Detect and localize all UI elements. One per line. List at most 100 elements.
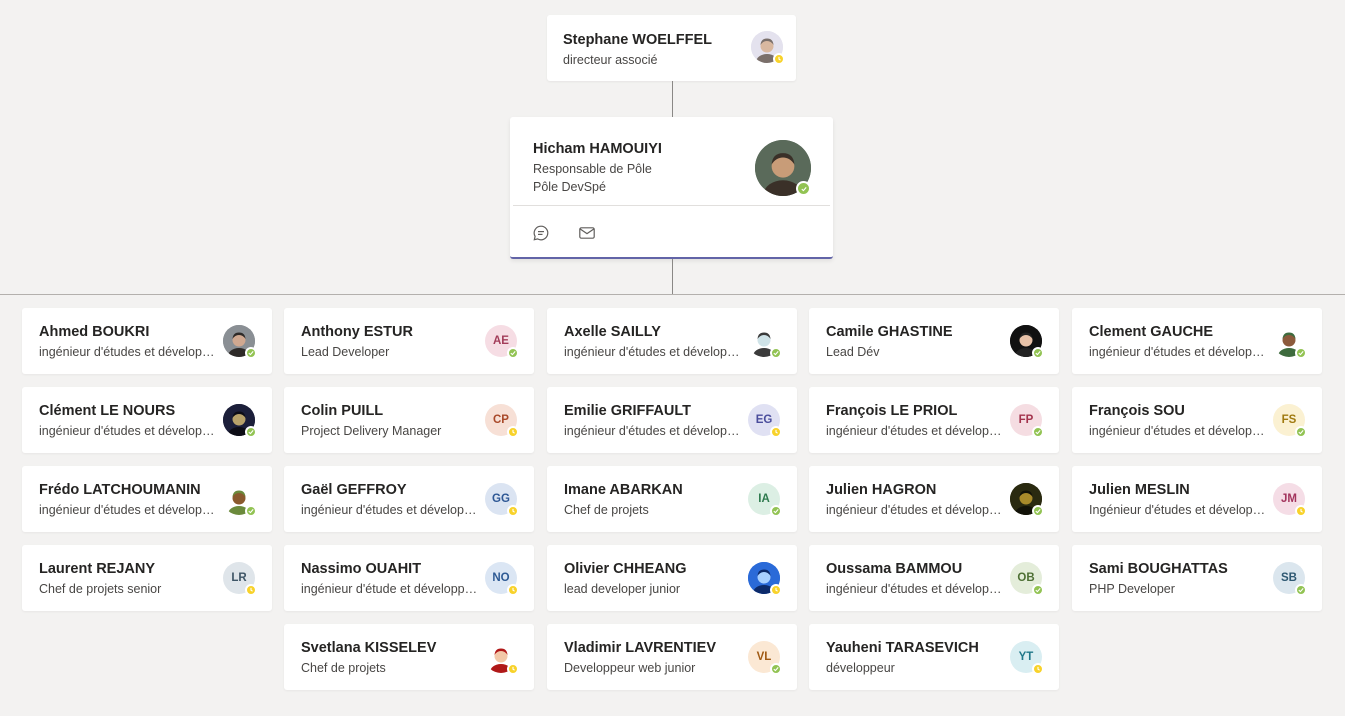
person-card[interactable]: Clément LE NOURS ingénieur d'études et dé… (22, 387, 272, 453)
available-status-icon (245, 505, 257, 517)
away-status-icon (1295, 505, 1307, 517)
person-name: Nassimo OUAHIT (301, 561, 422, 577)
away-status-icon (507, 584, 519, 596)
person-card[interactable]: Frédo LATCHOUMANIN ingénieur d'études et … (22, 466, 272, 532)
person-card[interactable]: Clement GAUCHE ingénieur d'études et déve… (1072, 308, 1322, 374)
avatar[interactable] (755, 140, 811, 196)
avatar[interactable]: EG (748, 404, 782, 438)
person-title: lead developer junior (564, 582, 681, 596)
person-card[interactable]: Axelle SAILLY ingénieur d'études et dével… (547, 308, 797, 374)
avatar[interactable]: GG (485, 483, 519, 517)
avatar[interactable]: LR (223, 562, 257, 596)
person-title: ingénieur d'études et développement (826, 503, 1004, 517)
person-name: Clément LE NOURS (39, 403, 176, 419)
avatar[interactable]: OB (1010, 562, 1044, 596)
avatar[interactable] (1273, 325, 1307, 359)
person-name: Ahmed BOUKRI (39, 324, 150, 340)
mail-icon[interactable] (576, 222, 598, 244)
avatar[interactable]: SB (1273, 562, 1307, 596)
available-status-icon (507, 347, 519, 359)
avatar[interactable] (748, 325, 782, 359)
person-title: Lead Dév (826, 345, 880, 359)
available-status-icon (770, 663, 782, 675)
avatar[interactable] (1010, 483, 1044, 517)
avatar[interactable]: FP (1010, 404, 1044, 438)
person-title: Lead Developer (301, 345, 390, 359)
person-title: ingénieur d'études et développement (564, 424, 742, 438)
avatar[interactable] (748, 562, 782, 596)
avatar[interactable]: FS (1273, 404, 1307, 438)
person-title: Chef de projets (301, 661, 386, 675)
person-title: ingénieur d'études et développement (39, 424, 217, 438)
manager-name: Stephane WOELFFEL (563, 32, 713, 48)
available-status-icon (245, 426, 257, 438)
person-card[interactable]: Sami BOUGHATTAS PHP Developer SB (1072, 545, 1322, 611)
avatar[interactable] (751, 31, 785, 65)
avatar[interactable] (223, 325, 257, 359)
connector-line (0, 294, 1345, 295)
available-status-icon (245, 347, 257, 359)
manager-card[interactable]: Stephane WOELFFEL directeur associé (547, 15, 796, 81)
away-status-icon (773, 53, 785, 65)
person-name: Anthony ESTUR (301, 324, 413, 340)
person-name: Vladimir LAVRENTIEV (564, 640, 717, 656)
available-status-icon (1295, 584, 1307, 596)
person-card[interactable]: Gaël GEFFROY ingénieur d'études et dévelo… (284, 466, 534, 532)
avatar[interactable] (223, 404, 257, 438)
avatar[interactable]: VL (748, 641, 782, 675)
person-title: ingénieur d'études et développement (826, 424, 1004, 438)
person-card[interactable]: Olivier CHHEANG lead developer junior (547, 545, 797, 611)
person-card[interactable]: Laurent REJANY Chef de projets senior LR (22, 545, 272, 611)
focus-title: Responsable de Pôle (533, 162, 652, 176)
away-status-icon (1032, 663, 1044, 675)
avatar[interactable]: IA (748, 483, 782, 517)
avatar[interactable] (1010, 325, 1044, 359)
person-card[interactable]: Anthony ESTUR Lead Developer AE (284, 308, 534, 374)
away-status-icon (507, 505, 519, 517)
away-status-icon (507, 426, 519, 438)
available-status-icon (1032, 584, 1044, 596)
person-title: ingénieur d'études et développement (1089, 345, 1267, 359)
away-status-icon (507, 663, 519, 675)
avatar[interactable] (223, 483, 257, 517)
person-card[interactable]: Vladimir LAVRENTIEV Developpeur web junio… (547, 624, 797, 690)
person-card[interactable]: Imane ABARKAN Chef de projets IA (547, 466, 797, 532)
person-card[interactable]: François SOU ingénieur d'études et dévelo… (1072, 387, 1322, 453)
avatar[interactable]: NO (485, 562, 519, 596)
person-name: Axelle SAILLY (564, 324, 661, 340)
person-title: Ingénieur d'études et développement (1089, 503, 1267, 517)
person-name: Clement GAUCHE (1089, 324, 1214, 340)
person-card[interactable]: Camile GHASTINE Lead Dév (809, 308, 1059, 374)
person-title: ingénieur d'études et développement (39, 503, 217, 517)
connector-line (672, 259, 673, 294)
person-card[interactable]: Ahmed BOUKRI ingénieur d'études et dévelo… (22, 308, 272, 374)
focus-person-card[interactable]: Hicham HAMOUIYI Responsable de Pôle Pôle… (510, 117, 833, 259)
chat-icon[interactable] (530, 222, 552, 244)
avatar[interactable] (485, 641, 519, 675)
person-title: ingénieur d'études et développement (564, 345, 742, 359)
person-name: Julien HAGRON (826, 482, 937, 498)
avatar[interactable]: CP (485, 404, 519, 438)
person-name: Frédo LATCHOUMANIN (39, 482, 201, 498)
available-status-icon (1295, 426, 1307, 438)
away-status-icon (770, 426, 782, 438)
person-card[interactable]: Oussama BAMMOU ingénieur d'études et déve… (809, 545, 1059, 611)
person-card[interactable]: Julien HAGRON ingénieur d'études et dével… (809, 466, 1059, 532)
person-card[interactable]: Colin PUILL Project Delivery Manager CP (284, 387, 534, 453)
person-title: PHP Developer (1089, 582, 1175, 596)
person-title: ingénieur d'études et développement (39, 345, 217, 359)
person-card[interactable]: François LE PRIOL ingénieur d'études et d… (809, 387, 1059, 453)
avatar[interactable]: JM (1273, 483, 1307, 517)
person-name: Sami BOUGHATTAS (1089, 561, 1228, 577)
avatar[interactable]: AE (485, 325, 519, 359)
available-status-icon (1032, 426, 1044, 438)
available-status-icon (1032, 505, 1044, 517)
person-card[interactable]: Yauheni TARASEVICH développeur YT (809, 624, 1059, 690)
person-title: ingénieur d'études et développement (301, 503, 479, 517)
person-card[interactable]: Emilie GRIFFAULT ingénieur d'études et dé… (547, 387, 797, 453)
person-card[interactable]: Nassimo OUAHIT ingénieur d'étude et dével… (284, 545, 534, 611)
avatar[interactable]: YT (1010, 641, 1044, 675)
person-name: Julien MESLIN (1089, 482, 1190, 498)
person-card[interactable]: Julien MESLIN Ingénieur d'études et dével… (1072, 466, 1322, 532)
person-card[interactable]: Svetlana KISSELEV Chef de projets (284, 624, 534, 690)
